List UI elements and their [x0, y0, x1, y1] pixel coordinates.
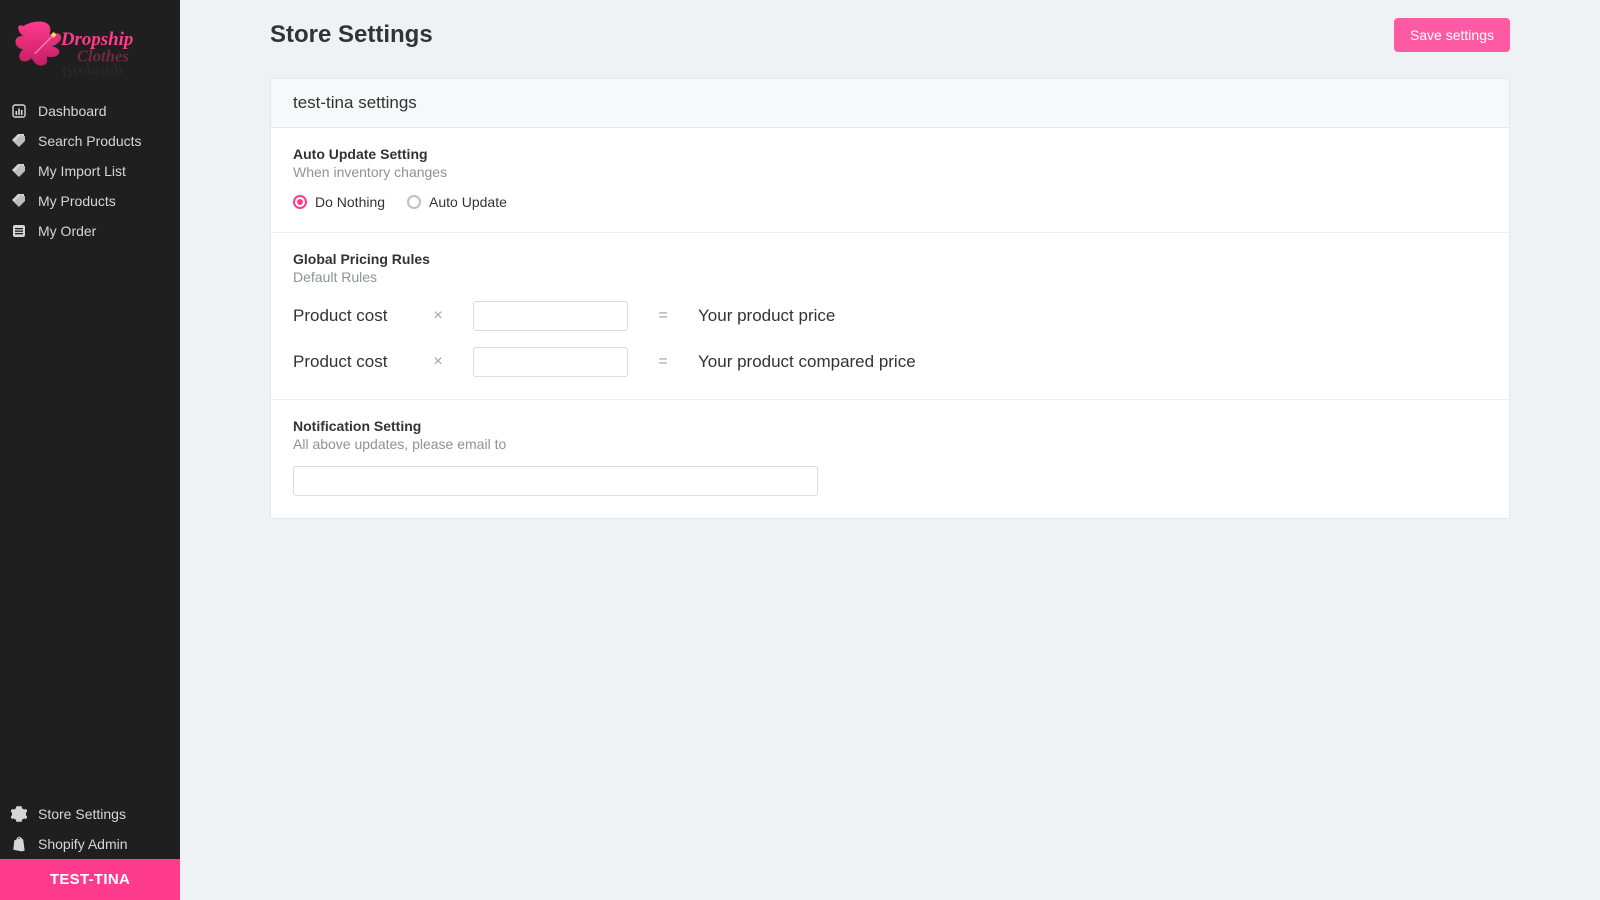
sidebar: Dropship Clothes Dropship Dashboard Sear…	[0, 0, 180, 900]
sidebar-item-dashboard[interactable]: Dashboard	[0, 96, 180, 126]
store-badge[interactable]: TEST-TINA	[0, 859, 180, 900]
tag-icon	[10, 132, 28, 150]
sidebar-item-label: Search Products	[38, 133, 142, 149]
radio-dot-icon	[293, 195, 307, 209]
bars-icon	[10, 102, 28, 120]
equals-icon: =	[656, 353, 670, 371]
brand-logo: Dropship Clothes Dropship	[0, 0, 180, 90]
gear-icon	[10, 805, 28, 823]
equals-icon: =	[656, 307, 670, 325]
main: Store Settings Save settings test-tina s…	[180, 0, 1600, 900]
price-multiplier-input[interactable]	[473, 301, 628, 331]
pricing-section: Global Pricing Rules Default Rules Produ…	[271, 233, 1509, 400]
shopify-icon	[10, 835, 28, 853]
sidebar-item-label: Dashboard	[38, 103, 107, 119]
svg-text:Dropship: Dropship	[60, 63, 122, 77]
radio-label: Auto Update	[429, 194, 507, 210]
sidebar-item-label: Shopify Admin	[38, 836, 128, 852]
multiply-icon: ×	[431, 353, 445, 371]
sidebar-item-my-import-list[interactable]: My Import List	[0, 156, 180, 186]
sidebar-item-my-products[interactable]: My Products	[0, 186, 180, 216]
sidebar-item-store-settings[interactable]: Store Settings	[0, 799, 180, 829]
pricing-title: Global Pricing Rules	[293, 251, 1487, 267]
sidebar-item-label: My Order	[38, 223, 96, 239]
notification-section: Notification Setting All above updates, …	[271, 400, 1509, 518]
radio-dot-icon	[407, 195, 421, 209]
panel-title: test-tina settings	[271, 79, 1509, 128]
sidebar-item-search-products[interactable]: Search Products	[0, 126, 180, 156]
radio-auto-update[interactable]: Auto Update	[407, 194, 507, 210]
rule-cost-label: Product cost	[293, 306, 403, 326]
tag-icon	[10, 162, 28, 180]
rule-result-label: Your product compared price	[698, 352, 916, 372]
list-icon	[10, 222, 28, 240]
compared-multiplier-input[interactable]	[473, 347, 628, 377]
rule-result-label: Your product price	[698, 306, 835, 326]
sidebar-item-label: Store Settings	[38, 806, 126, 822]
pricing-subtitle: Default Rules	[293, 269, 1487, 285]
auto-update-title: Auto Update Setting	[293, 146, 1487, 162]
tag-icon	[10, 192, 28, 210]
auto-update-subtitle: When inventory changes	[293, 164, 1487, 180]
sidebar-item-my-order[interactable]: My Order	[0, 216, 180, 246]
radio-label: Do Nothing	[315, 194, 385, 210]
rule-cost-label: Product cost	[293, 352, 403, 372]
sidebar-nav: Dashboard Search Products My Import List…	[0, 90, 180, 246]
sidebar-item-label: My Products	[38, 193, 116, 209]
topbar: Store Settings Save settings	[180, 0, 1600, 70]
settings-panel: test-tina settings Auto Update Setting W…	[270, 78, 1510, 519]
notification-email-input[interactable]	[293, 466, 818, 496]
radio-do-nothing[interactable]: Do Nothing	[293, 194, 385, 210]
sidebar-item-label: My Import List	[38, 163, 126, 179]
multiply-icon: ×	[431, 307, 445, 325]
pricing-row-price: Product cost × = Your product price	[293, 301, 1487, 331]
sidebar-bottom: Store Settings Shopify Admin	[0, 799, 180, 859]
pricing-row-compared: Product cost × = Your product compared p…	[293, 347, 1487, 377]
sidebar-item-shopify-admin[interactable]: Shopify Admin	[0, 829, 180, 859]
notification-subtitle: All above updates, please email to	[293, 436, 1487, 452]
auto-update-section: Auto Update Setting When inventory chang…	[271, 128, 1509, 233]
notification-title: Notification Setting	[293, 418, 1487, 434]
page-title: Store Settings	[270, 21, 433, 49]
save-settings-button[interactable]: Save settings	[1394, 18, 1510, 52]
